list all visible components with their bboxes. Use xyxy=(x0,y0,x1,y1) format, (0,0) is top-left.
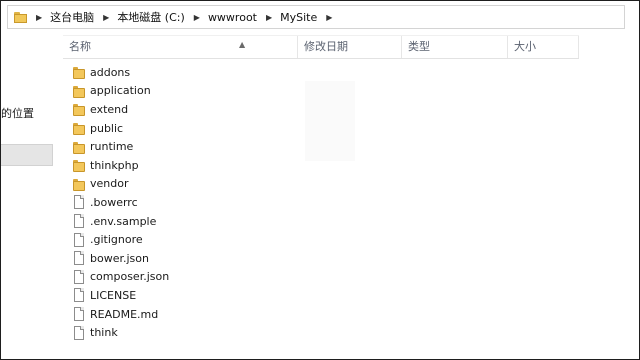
sort-ascending-icon: ▲ xyxy=(239,40,246,49)
address-bar[interactable]: ▶ 这台电脑 ▶ 本地磁盘 (C:) ▶ wwwroot ▶ MySite ▶ xyxy=(7,5,625,29)
breadcrumb-wwwroot[interactable]: ▶ wwwroot xyxy=(185,11,257,24)
list-item-composer-json[interactable]: composer.json xyxy=(73,268,313,287)
file-name: runtime xyxy=(90,140,134,154)
file-name: addons xyxy=(90,65,131,79)
list-item-env-sample[interactable]: .env.sample xyxy=(73,212,313,231)
file-name: application xyxy=(90,84,151,98)
list-item-license[interactable]: LICENSE xyxy=(73,286,313,305)
list-item-extend[interactable]: extend xyxy=(73,100,313,119)
file-list: addons application extend public runtime… xyxy=(73,63,313,342)
chevron-right-icon[interactable]: ▶ xyxy=(103,13,109,22)
chevron-right-icon[interactable]: ▶ xyxy=(194,13,200,22)
nav-item-selected[interactable] xyxy=(1,144,53,166)
folder-icon xyxy=(14,11,27,23)
list-item-bower-json[interactable]: bower.json xyxy=(73,249,313,268)
list-item-bowerrc[interactable]: .bowerrc xyxy=(73,193,313,212)
list-item-gitignore[interactable]: .gitignore xyxy=(73,230,313,249)
breadcrumb-label[interactable]: MySite xyxy=(280,11,317,24)
folder-icon xyxy=(73,121,85,136)
file-icon xyxy=(73,232,85,247)
folder-icon xyxy=(73,177,85,191)
list-item-readme[interactable]: README.md xyxy=(73,305,313,324)
file-name: LICENSE xyxy=(90,288,137,302)
breadcrumb-label[interactable]: 本地磁盘 (C:) xyxy=(117,9,184,25)
chevron-right-icon[interactable]: ▶ xyxy=(36,13,42,22)
column-header-label: 大小 xyxy=(514,40,536,53)
column-header-label: 名称 xyxy=(69,40,91,53)
file-name: thinkphp xyxy=(90,158,139,172)
file-icon xyxy=(73,269,85,284)
column-header-size[interactable]: 大小 xyxy=(507,36,579,58)
file-name: composer.json xyxy=(90,270,170,284)
column-header-date-modified[interactable]: 修改日期 xyxy=(297,36,401,58)
list-item-application[interactable]: application xyxy=(73,82,313,101)
folder-icon xyxy=(73,158,85,173)
file-icon xyxy=(73,325,85,340)
chevron-right-icon[interactable]: ▶ xyxy=(266,13,272,22)
explorer-window: ▶ 这台电脑 ▶ 本地磁盘 (C:) ▶ wwwroot ▶ MySite ▶ … xyxy=(0,0,640,360)
list-item-thinkphp[interactable]: thinkphp xyxy=(73,156,313,175)
column-header: 名称 ▲ 修改日期 类型 大小 xyxy=(63,35,579,59)
file-name: vendor xyxy=(90,177,129,191)
breadcrumb-local-disk[interactable]: ▶ 本地磁盘 (C:) xyxy=(94,9,185,25)
file-icon xyxy=(73,307,85,322)
folder-icon xyxy=(73,84,85,98)
folder-icon xyxy=(73,102,85,117)
breadcrumb-this-pc[interactable]: ▶ 这台电脑 xyxy=(27,9,94,25)
list-item-runtime[interactable]: runtime xyxy=(73,137,313,156)
file-icon xyxy=(73,214,85,229)
file-name: extend xyxy=(90,102,129,116)
column-header-type[interactable]: 类型 xyxy=(401,36,507,58)
file-name: .gitignore xyxy=(90,233,143,247)
list-item-public[interactable]: public xyxy=(73,119,313,138)
file-icon xyxy=(73,251,85,266)
file-name: bower.json xyxy=(90,251,149,265)
nav-item-partial[interactable]: 的位置 xyxy=(1,105,34,121)
file-icon xyxy=(73,288,85,303)
list-item-think[interactable]: think xyxy=(73,323,313,342)
file-name: .bowerrc xyxy=(90,195,138,209)
breadcrumb-mysite[interactable]: ▶ MySite ▶ xyxy=(257,11,340,24)
file-name: think xyxy=(90,326,118,340)
column-header-label: 类型 xyxy=(408,40,430,53)
folder-icon xyxy=(73,65,85,80)
file-name: public xyxy=(90,121,124,135)
list-item-vendor[interactable]: vendor xyxy=(73,175,313,194)
column-header-label: 修改日期 xyxy=(304,40,348,53)
file-icon xyxy=(73,195,85,210)
folder-icon xyxy=(73,140,85,154)
file-name: .env.sample xyxy=(90,214,157,228)
file-name: README.md xyxy=(90,307,159,321)
chevron-right-icon[interactable]: ▶ xyxy=(326,13,332,22)
breadcrumb-label[interactable]: wwwroot xyxy=(208,11,257,24)
breadcrumb-label[interactable]: 这台电脑 xyxy=(50,9,94,25)
column-header-name[interactable]: 名称 ▲ xyxy=(63,36,297,58)
list-item-addons[interactable]: addons xyxy=(73,63,313,82)
